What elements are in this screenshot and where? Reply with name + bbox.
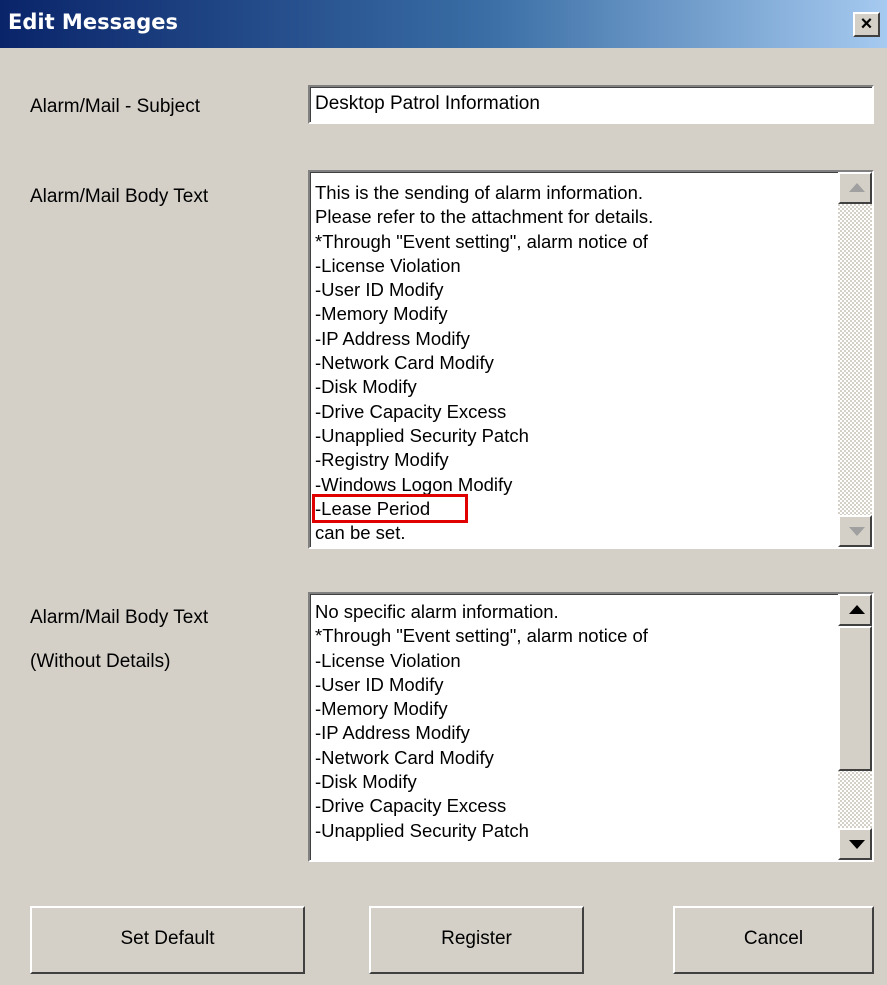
body-line: -Network Card Modify: [315, 746, 494, 768]
body-line-lease-period: -Lease Period: [312, 493, 834, 523]
body-line: No specific alarm information.: [315, 601, 559, 622]
register-button[interactable]: Register: [369, 906, 584, 974]
body-no-details-sublabel: (Without Details): [30, 651, 171, 672]
body-line: -Unapplied Security Patch: [315, 424, 529, 446]
body-line: -Drive Capacity Excess: [315, 400, 507, 422]
body-line: -Disk Modify: [315, 376, 417, 398]
body-line: can be set.: [315, 522, 406, 544]
body-line: -User ID Modify: [315, 673, 444, 695]
scroll-up-button[interactable]: [838, 172, 872, 204]
title-bar[interactable]: Edit Messages ×: [0, 0, 887, 48]
arrow-down-icon: [849, 527, 865, 536]
arrow-up-icon: [849, 183, 865, 192]
subject-input[interactable]: Desktop Patrol Information: [308, 85, 874, 124]
body-line: -Disk Modify: [315, 771, 417, 793]
cancel-button[interactable]: Cancel: [673, 906, 874, 974]
body-line: This is the sending of alarm information…: [315, 182, 644, 203]
body-text-content: This is the sending of alarm information…: [312, 181, 834, 545]
body-line: *Through "Event setting", alarm notice o…: [315, 230, 648, 252]
scroll-down-button[interactable]: [838, 515, 872, 547]
body-line: *Through "Event setting", alarm notice o…: [315, 625, 648, 647]
edit-messages-dialog: Edit Messages × Alarm/Mail - Subject Des…: [0, 0, 887, 985]
close-button[interactable]: ×: [853, 12, 880, 37]
body-scrollbar[interactable]: [838, 172, 872, 547]
window-title: Edit Messages: [8, 10, 179, 34]
body-line: -User ID Modify: [315, 279, 444, 301]
body-no-details-area[interactable]: No specific alarm information. *Through …: [308, 592, 874, 862]
subject-label: Alarm/Mail - Subject: [30, 96, 200, 117]
body-line: -License Violation: [315, 649, 461, 671]
arrow-up-icon: [849, 605, 865, 614]
body-line: -Network Card Modify: [315, 352, 494, 374]
scroll-up-button[interactable]: [838, 594, 872, 626]
body-line: -Memory Modify: [315, 303, 448, 325]
scroll-down-button[interactable]: [838, 828, 872, 860]
body-line: -IP Address Modify: [315, 722, 470, 744]
body-line: -License Violation: [315, 254, 461, 276]
body-line: -Memory Modify: [315, 698, 448, 720]
highlight-box: [312, 493, 468, 523]
body-no-details-label: Alarm/Mail Body Text: [30, 607, 209, 628]
body-line: -Registry Modify: [315, 449, 449, 471]
scroll-thumb[interactable]: [838, 626, 872, 771]
body-no-details-content: No specific alarm information. *Through …: [315, 600, 834, 843]
close-icon: ×: [860, 13, 873, 35]
set-default-button[interactable]: Set Default: [30, 906, 305, 974]
subject-value: Desktop Patrol Information: [315, 93, 540, 114]
body-text-label: Alarm/Mail Body Text: [30, 186, 209, 207]
body-line: -Drive Capacity Excess: [315, 795, 507, 817]
body-text-area[interactable]: This is the sending of alarm information…: [308, 170, 874, 549]
body-line: -IP Address Modify: [315, 327, 470, 349]
body-line: Please refer to the attachment for detai…: [315, 206, 654, 228]
body-no-details-scrollbar[interactable]: [838, 594, 872, 860]
arrow-down-icon: [849, 840, 865, 849]
body-line: -Unapplied Security Patch: [315, 819, 529, 841]
